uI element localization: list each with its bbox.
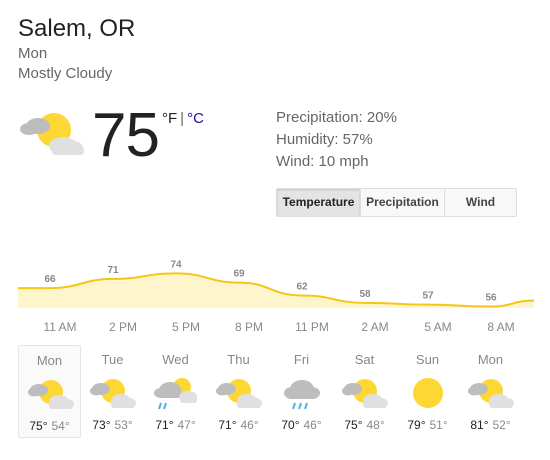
partly-cloudy-icon <box>90 379 136 408</box>
chart-tick-label: 11 PM <box>295 320 329 334</box>
chart-tick-label: 5 AM <box>424 320 452 334</box>
forecast-low: 54° <box>51 419 70 433</box>
chart-tick-label: 5 PM <box>171 320 200 334</box>
forecast-temps: 73° 53° <box>81 418 144 432</box>
temperature-chart: 66 71 74 69 62 58 57 56 <box>18 259 534 308</box>
forecast-day-mon[interactable]: Mon 75° 54° <box>18 345 81 438</box>
forecast-high: 73° <box>92 418 111 432</box>
chart-data-label: 56 <box>485 293 497 304</box>
unit-separator: | <box>180 110 185 127</box>
chart-data-label: 69 <box>233 269 245 280</box>
forecast-low: 46° <box>240 418 259 432</box>
forecast-day-name: Fri <box>293 352 310 367</box>
unit-fahrenheit[interactable]: °F <box>162 110 177 127</box>
forecast-high: 71° <box>218 418 237 432</box>
forecast-day-fri[interactable]: Fri 70° 46° <box>270 345 333 438</box>
humidity-stat: Humidity: 57% <box>276 131 373 148</box>
rain-icon <box>284 380 320 410</box>
chart-data-label: 57 <box>422 291 434 302</box>
rain-sun-icon <box>154 378 197 410</box>
precipitation-stat: Precipitation: 20% <box>276 109 397 126</box>
chart-tick-label: 8 PM <box>234 320 263 334</box>
forecast-high: 70° <box>281 418 300 432</box>
forecast-low: 48° <box>366 418 385 432</box>
chart-tick-label: 11 AM <box>43 320 77 334</box>
forecast-high: 81° <box>470 418 489 432</box>
unit-toggle: °F | °C <box>162 110 204 127</box>
daily-forecast: Mon 75° 54° Tue 73° 53° Wed 71° 47° Thu 71° 46° Fri 7… <box>18 345 522 438</box>
chart-data-label: 66 <box>44 274 56 285</box>
forecast-day-name: Tue <box>101 352 124 367</box>
weather-stats: Precipitation: 20% Humidity: 57% Wind: 1… <box>276 107 397 173</box>
forecast-low: 53° <box>114 418 133 432</box>
sunny-icon <box>413 378 443 408</box>
forecast-high: 75° <box>29 419 48 433</box>
forecast-day-mon[interactable]: Mon 81° 52° <box>459 345 522 438</box>
tab-temperature[interactable]: Temperature <box>277 189 360 216</box>
chart-tick-label: 2 AM <box>361 320 389 334</box>
partly-cloudy-icon <box>20 113 84 155</box>
forecast-day-name: Thu <box>227 352 250 367</box>
partly-cloudy-icon <box>28 380 74 409</box>
forecast-day-thu[interactable]: Thu 71° 46° <box>207 345 270 438</box>
forecast-day-tue[interactable]: Tue 73° 53° <box>81 345 144 438</box>
forecast-temps: 70° 46° <box>270 418 333 432</box>
chart-data-label: 74 <box>170 259 182 270</box>
forecast-day-name: Mon <box>477 352 504 367</box>
chart-tick-label: 8 AM <box>487 320 515 334</box>
forecast-high: 71° <box>155 418 174 432</box>
forecast-temps: 81° 52° <box>459 418 522 432</box>
tab-wind[interactable]: Wind <box>444 189 516 216</box>
forecast-day-name: Sun <box>415 352 440 367</box>
forecast-temps: 75° 54° <box>19 419 80 433</box>
chart-data-label: 62 <box>296 281 308 292</box>
forecast-day-name: Sat <box>354 352 375 367</box>
chart-x-axis: 11 AM 2 PM 5 PM 8 PM 11 PM 2 AM 5 AM 8 AM <box>0 320 550 336</box>
tab-precipitation[interactable]: Precipitation <box>360 189 444 216</box>
forecast-low: 51° <box>429 418 448 432</box>
unit-celsius[interactable]: °C <box>187 110 204 127</box>
current-condition: Mostly Cloudy <box>18 65 113 82</box>
partly-cloudy-icon <box>342 379 388 408</box>
forecast-temps: 71° 46° <box>207 418 270 432</box>
forecast-day-name: Mon <box>36 353 63 368</box>
chart-data-label: 58 <box>359 289 371 300</box>
forecast-day-name: Wed <box>162 352 189 367</box>
partly-cloudy-icon <box>216 379 262 408</box>
forecast-high: 75° <box>344 418 363 432</box>
forecast-low: 47° <box>177 418 196 432</box>
chart-tabs: Temperature Precipitation Wind <box>276 188 517 217</box>
forecast-temps: 79° 51° <box>396 418 459 432</box>
current-day: Mon <box>18 45 48 62</box>
chart-data-label: 71 <box>107 265 119 276</box>
forecast-high: 79° <box>407 418 426 432</box>
forecast-day-sun[interactable]: Sun 79° 51° <box>396 345 459 438</box>
forecast-day-sat[interactable]: Sat 75° 48° <box>333 345 396 438</box>
forecast-day-wed[interactable]: Wed 71° 47° <box>144 345 207 438</box>
current-temperature: 75 <box>92 101 160 170</box>
forecast-temps: 71° 47° <box>144 418 207 432</box>
partly-cloudy-icon <box>468 379 514 408</box>
location-title: Salem, OR <box>18 15 136 42</box>
chart-tick-label: 2 PM <box>108 320 137 334</box>
forecast-temps: 75° 48° <box>333 418 396 432</box>
forecast-low: 52° <box>492 418 511 432</box>
forecast-low: 46° <box>303 418 322 432</box>
wind-stat: Wind: 10 mph <box>276 153 369 170</box>
